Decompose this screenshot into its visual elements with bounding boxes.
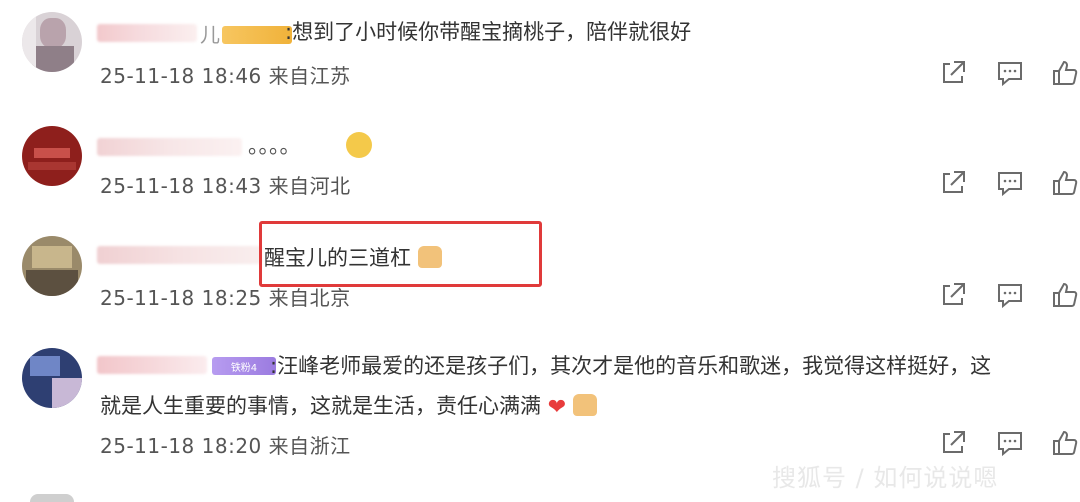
smile-emoji: [346, 132, 372, 158]
avatar[interactable]: [22, 126, 82, 186]
comment-icon[interactable]: [995, 168, 1025, 198]
location: 来自河北: [268, 174, 351, 198]
avatar[interactable]: [30, 494, 74, 502]
timestamp: 25-11-18 18:25: [100, 286, 262, 310]
username[interactable]: [97, 246, 262, 264]
location: 来自江苏: [268, 64, 351, 88]
avatar[interactable]: [22, 236, 82, 296]
share-icon[interactable]: [938, 58, 968, 88]
fan-badge: 铁粉4: [212, 357, 276, 375]
timestamp: 25-11-18 18:46: [100, 64, 262, 88]
comment-text-line-2: 就是人生重要的事情，这就是生活，责任心满满 ❤: [100, 386, 597, 428]
share-icon[interactable]: [938, 168, 968, 198]
comment-text: 。。。。: [248, 134, 301, 158]
like-icon[interactable]: [1050, 428, 1080, 458]
comment-body: 就是人生重要的事情，这就是生活，责任心满满: [100, 394, 541, 418]
avatar[interactable]: [22, 12, 82, 72]
share-icon[interactable]: [938, 428, 968, 458]
share-icon[interactable]: [938, 280, 968, 310]
watermark: 搜狐号 / 如何说说嗯: [772, 464, 999, 492]
location: 来自浙江: [268, 434, 351, 458]
username[interactable]: [97, 356, 207, 374]
like-icon[interactable]: [1050, 280, 1080, 310]
comment-icon[interactable]: [995, 428, 1025, 458]
username-suffix[interactable]: 儿: [200, 19, 220, 48]
username[interactable]: [97, 24, 197, 42]
comment-icon[interactable]: [995, 280, 1025, 310]
comment-icon[interactable]: [995, 58, 1025, 88]
like-icon[interactable]: [1050, 168, 1080, 198]
thumbs-up-emoji: [572, 394, 597, 416]
comment-meta: 25-11-18 18:46 来自江苏: [100, 60, 351, 89]
comment-meta: 25-11-18 18:43 来自河北: [100, 170, 351, 199]
comment-text: :想到了小时候你带醒宝摘桃子，陪伴就很好: [285, 20, 692, 44]
comment-meta: 25-11-18 18:20 来自浙江: [100, 430, 351, 459]
timestamp: 25-11-18 18:43: [100, 174, 262, 198]
highlight-box: [259, 221, 542, 287]
timestamp: 25-11-18 18:20: [100, 434, 262, 458]
comment-text-line-1: :汪峰老师最爱的还是孩子们，其次才是他的音乐和歌迷，我觉得这样挺好，这: [270, 354, 992, 378]
heart-emoji: ❤: [547, 395, 567, 420]
fan-badge: [222, 26, 292, 44]
username[interactable]: [97, 138, 242, 156]
avatar[interactable]: [22, 348, 82, 408]
location: 来自北京: [268, 286, 351, 310]
like-icon[interactable]: [1050, 58, 1080, 88]
